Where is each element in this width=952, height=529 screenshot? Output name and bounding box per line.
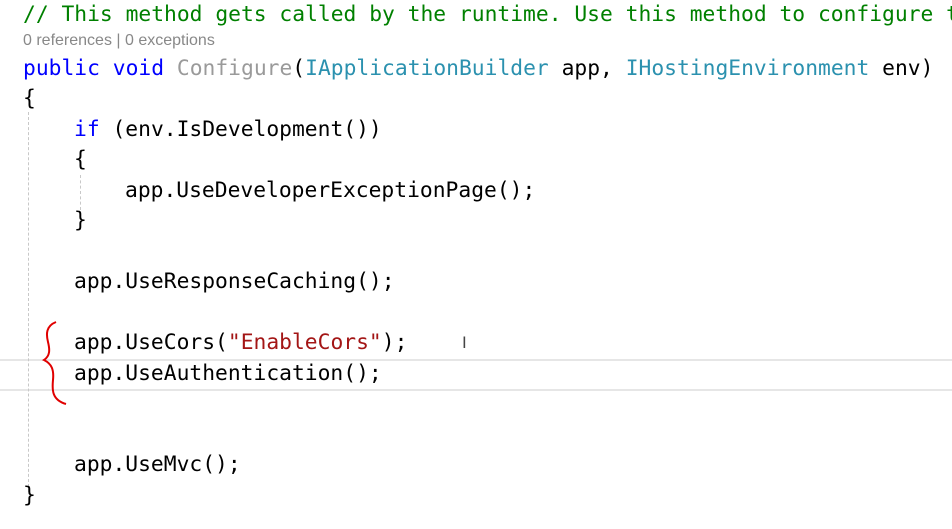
param-name: env (882, 56, 921, 81)
code-comment: // This method gets called by the runtim… (23, 2, 952, 27)
param-name: app (561, 56, 601, 81)
code-line[interactable]: } (74, 206, 87, 236)
method-name: Configure (176, 56, 293, 81)
keyword: if (74, 117, 100, 142)
keyword: public (23, 56, 100, 81)
condition: (env.IsDevelopment()) (99, 117, 382, 142)
type-name: IApplicationBuilder (305, 56, 549, 81)
keyword: void (112, 56, 165, 81)
code-line[interactable]: { (23, 84, 36, 114)
code-line[interactable]: app.UseCors("EnableCors"); (74, 328, 407, 358)
code-line[interactable]: app.UseMvc(); (74, 450, 241, 480)
code-text: ); (381, 330, 408, 355)
code-line[interactable]: app.UseAuthentication(); (74, 359, 382, 389)
code-line[interactable]: } (23, 481, 36, 511)
method-signature[interactable]: public void Configure(IApplicationBuilde… (23, 54, 933, 84)
indent-guide (28, 112, 29, 492)
code-text: app.UseCors( (74, 330, 228, 355)
code-line[interactable]: app.UseDeveloperExceptionPage(); (125, 176, 535, 206)
code-line[interactable]: app.UseResponseCaching(); (74, 267, 395, 297)
red-brace-annotation (42, 321, 67, 405)
codelens-references[interactable]: 0 references | 0 exceptions (23, 32, 215, 50)
code-line[interactable]: if (env.IsDevelopment()) (74, 115, 382, 145)
indent-guide (80, 175, 81, 210)
type-name: IHostingEnvironment (625, 56, 870, 81)
text-cursor-icon: I (462, 333, 467, 352)
string-literal: "EnableCors" (227, 330, 382, 355)
code-line[interactable]: { (74, 145, 87, 175)
